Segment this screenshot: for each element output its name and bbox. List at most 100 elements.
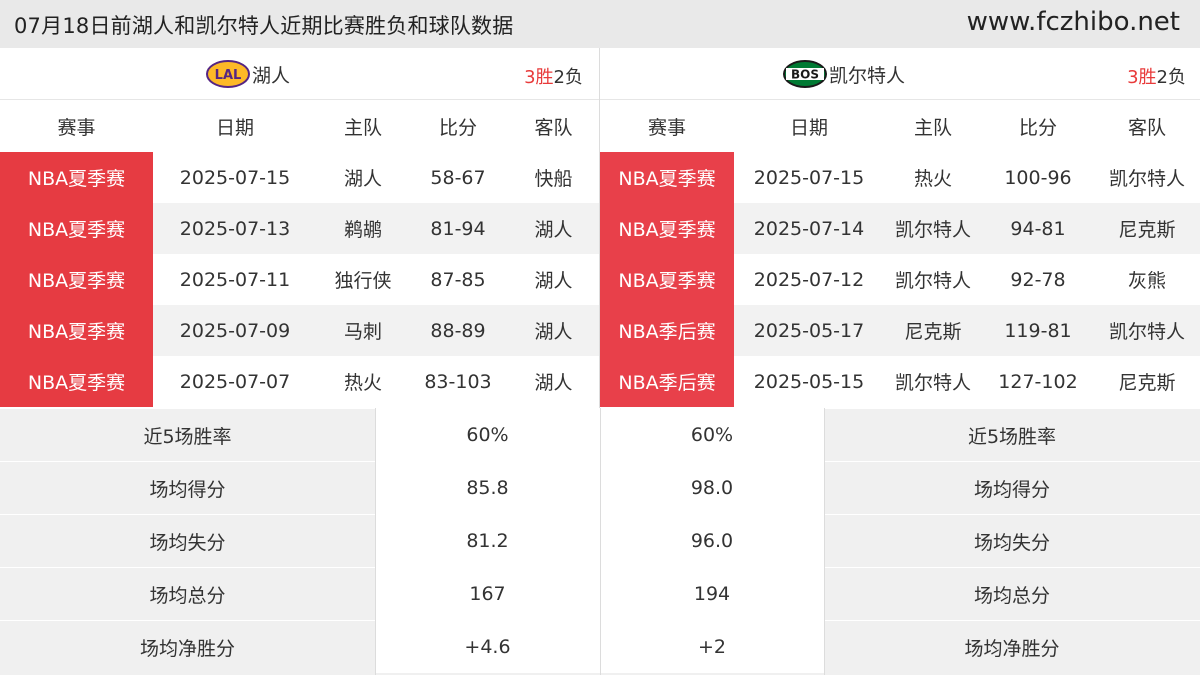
stat-value-lakers: 85.8	[375, 462, 600, 514]
table-row[interactable]: NBA夏季赛 2025-07-14 凯尔特人 94-81 尼克斯	[600, 203, 1200, 254]
stat-value-celtics: 98.0	[600, 462, 824, 514]
table-row[interactable]: NBA夏季赛 2025-07-13 鹈鹕 81-94 湖人	[0, 203, 599, 254]
stat-value-celtics: 194	[600, 568, 824, 620]
site-url[interactable]: www.fczhibo.net	[967, 7, 1180, 37]
stat-label: 场均失分	[973, 531, 1050, 554]
stat-value-celtics: 96.0	[600, 515, 824, 567]
away-team: 湖人	[534, 372, 573, 394]
team-name-lakers: 湖人	[252, 64, 291, 87]
stat-label: 场均总分	[973, 584, 1050, 607]
game-date: 2025-05-17	[753, 319, 865, 342]
home-team: 热火	[343, 372, 382, 394]
event-badge: NBA夏季赛	[600, 203, 734, 254]
column-header-date: 日期	[215, 116, 254, 139]
event-badge: NBA季后赛	[600, 305, 734, 356]
table-row[interactable]: NBA夏季赛 2025-07-12 凯尔特人 92-78 灰熊	[600, 254, 1200, 305]
event-badge: NBA夏季赛	[600, 254, 734, 305]
table-row[interactable]: NBA夏季赛 2025-07-15 热火 100-96 凯尔特人	[600, 152, 1200, 203]
column-header-event: 赛事	[57, 116, 96, 139]
stat-value-lakers: 167	[375, 568, 600, 620]
away-team: 湖人	[534, 219, 573, 241]
divider	[824, 408, 825, 675]
stat-label: 场均总分	[149, 584, 226, 607]
event-badge: NBA夏季赛	[600, 152, 734, 203]
away-team: 尼克斯	[1118, 372, 1176, 394]
stat-label: 场均失分	[149, 531, 226, 554]
divider	[600, 408, 601, 675]
column-header-event: 赛事	[647, 116, 686, 139]
game-score: 81-94	[430, 217, 486, 240]
team-header-lakers: LAL 湖人 3胜2负	[0, 48, 599, 100]
stat-value-celtics: +2	[600, 621, 824, 673]
home-team: 鹈鹕	[343, 219, 382, 241]
table-row[interactable]: NBA季后赛 2025-05-15 凯尔特人 127-102 尼克斯	[600, 356, 1200, 407]
game-score: 87-85	[430, 268, 486, 291]
home-team: 凯尔特人	[894, 372, 971, 394]
stat-label: 近5场胜率	[967, 425, 1057, 448]
game-score: 58-67	[430, 166, 486, 189]
game-date: 2025-05-15	[753, 370, 865, 393]
stats-comparison: 近5场胜率 60% 60% 近5场胜率 场均得分 85.8 98.0 场均得分 …	[0, 408, 1200, 675]
away-team: 尼克斯	[1118, 219, 1176, 241]
record-losses: 2负	[1156, 67, 1186, 88]
away-team: 湖人	[534, 270, 573, 292]
lakers-panel: LAL 湖人 3胜2负 赛事 日期 主队 比分 客队 NBA夏季赛 2025-0…	[0, 48, 600, 408]
game-date: 2025-07-15	[179, 166, 291, 189]
stat-label: 近5场胜率	[143, 425, 232, 448]
home-team: 凯尔特人	[894, 219, 971, 241]
stat-value-lakers: 60%	[375, 409, 600, 461]
stat-value-lakers: 81.2	[375, 515, 600, 567]
column-header-score: 比分	[438, 116, 477, 139]
game-score: 92-78	[1010, 268, 1066, 291]
home-team: 马刺	[343, 321, 382, 343]
record-losses: 2负	[553, 67, 583, 88]
game-date: 2025-07-13	[179, 217, 291, 240]
home-team: 独行侠	[334, 270, 392, 292]
column-header-home: 主队	[913, 116, 952, 139]
page-header: 07月18日前湖人和凯尔特人近期比赛胜负和球队数据 www.fczhibo.ne…	[0, 0, 1200, 48]
stat-label: 场均得分	[973, 478, 1050, 501]
stat-value-celtics: 60%	[600, 409, 824, 461]
record-lakers: 3胜2负	[524, 63, 583, 89]
column-headers: 赛事 日期 主队 比分 客队	[600, 100, 1200, 152]
home-team: 热火	[913, 168, 952, 190]
game-date: 2025-07-14	[753, 217, 865, 240]
game-score: 94-81	[1010, 217, 1066, 240]
event-badge: NBA夏季赛	[0, 152, 153, 203]
divider	[375, 408, 376, 675]
table-row[interactable]: NBA夏季赛 2025-07-09 马刺 88-89 湖人	[0, 305, 599, 356]
team-name-celtics: 凯尔特人	[829, 64, 906, 87]
lakers-logo-text: LAL	[215, 68, 242, 83]
home-team: 尼克斯	[904, 321, 962, 343]
away-team: 湖人	[534, 321, 573, 343]
column-header-away: 客队	[1127, 116, 1166, 139]
stat-label: 场均净胜分	[139, 637, 235, 660]
table-row[interactable]: NBA夏季赛 2025-07-07 热火 83-103 湖人	[0, 356, 599, 407]
event-badge: NBA季后赛	[600, 356, 734, 407]
stat-value-lakers: +4.6	[375, 621, 600, 673]
celtics-logo-text: BOS	[791, 68, 819, 82]
game-score: 88-89	[430, 319, 486, 342]
lakers-logo-icon: LAL	[205, 59, 251, 89]
record-wins: 3胜	[524, 67, 554, 88]
column-header-away: 客队	[534, 116, 573, 139]
game-score: 100-96	[1004, 166, 1072, 189]
away-team: 灰熊	[1127, 270, 1166, 292]
column-headers: 赛事 日期 主队 比分 客队	[0, 100, 599, 152]
game-score: 83-103	[424, 370, 492, 393]
table-row[interactable]: NBA夏季赛 2025-07-11 独行侠 87-85 湖人	[0, 254, 599, 305]
game-score: 127-102	[998, 370, 1078, 393]
event-badge: NBA夏季赛	[0, 305, 153, 356]
game-date: 2025-07-07	[179, 370, 291, 393]
team-header-celtics: BOS 凯尔特人 3胜2负	[600, 48, 1200, 100]
away-team: 凯尔特人	[1108, 321, 1185, 343]
record-wins: 3胜	[1127, 67, 1157, 88]
table-row[interactable]: NBA夏季赛 2025-07-15 湖人 58-67 快船	[0, 152, 599, 203]
stat-label: 场均净胜分	[964, 637, 1060, 660]
game-date: 2025-07-12	[753, 268, 865, 291]
game-score: 119-81	[1004, 319, 1072, 342]
home-team: 湖人	[343, 168, 382, 190]
stat-label: 场均得分	[149, 478, 226, 501]
table-row[interactable]: NBA季后赛 2025-05-17 尼克斯 119-81 凯尔特人	[600, 305, 1200, 356]
celtics-panel: BOS 凯尔特人 3胜2负 赛事 日期 主队 比分 客队 NBA夏季赛 2025…	[600, 48, 1200, 408]
